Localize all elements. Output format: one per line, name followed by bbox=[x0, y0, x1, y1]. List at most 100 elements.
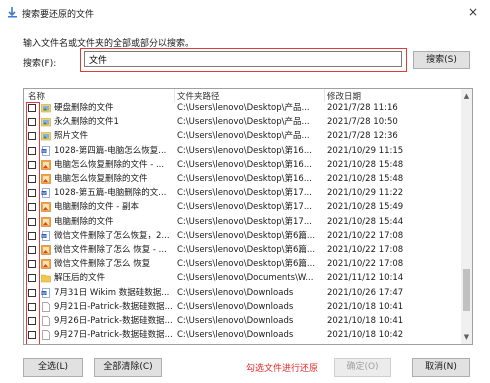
list-row[interactable]: 9月27日-Patrick-数据硅数据... C:\Users\lenovo\Do… bbox=[24, 329, 461, 342]
search-label: 搜索(F): bbox=[23, 59, 57, 69]
restore-hint-text: 勾选文件进行还原 bbox=[246, 364, 319, 374]
file-path: C:\Users\lenovo\Desktop\第6篇... bbox=[177, 230, 316, 241]
file-path: C:\Users\lenovo\Desktop\产品... bbox=[177, 131, 310, 142]
file-name: 解压后的文件 bbox=[54, 273, 106, 284]
list-row[interactable]: W 7月31日 Wikim 数据硅数据... C:\Users\lenovo\Dow… bbox=[24, 287, 461, 300]
column-header-path[interactable]: 文件夹路径 bbox=[177, 90, 220, 102]
svg-text:W: W bbox=[42, 291, 46, 295]
list-row[interactable]: 9月21日-Patrick-数据硅数据... C:\Users\lenovo\Do… bbox=[24, 301, 461, 314]
modified-date: 2021/10/29 11:22 bbox=[327, 188, 404, 199]
file-name: 9月27日-Patrick-数据硅数据... bbox=[54, 330, 172, 341]
image-file-icon bbox=[41, 174, 51, 184]
file-path: C:\Users\lenovo\Downloads bbox=[177, 316, 294, 326]
list-row[interactable]: 解压后的文件 C:\Users\lenovo\Documents\W... 2021… bbox=[24, 272, 461, 285]
modified-date: 2021/7/28 12:36 bbox=[327, 131, 398, 142]
column-divider[interactable] bbox=[174, 89, 175, 102]
modified-date: 2021/7/28 10:50 bbox=[327, 117, 398, 128]
list-row[interactable]: 电脑怎么恢复删除的文件 - ... C:\Users\lenovo\Desktop… bbox=[24, 159, 461, 172]
file-path: C:\Users\lenovo\Documents\W... bbox=[177, 273, 314, 284]
ok-button[interactable]: 确定(O) bbox=[334, 358, 391, 377]
file-name: 1028-第五篇-电脑删除的文... bbox=[54, 188, 167, 199]
column-divider[interactable] bbox=[324, 89, 325, 102]
list-row[interactable]: 硬盘删除的文件 C:\Users\lenovo\Desktop\产品... 2021… bbox=[24, 102, 461, 115]
scroll-down-icon[interactable]: ▼ bbox=[461, 332, 472, 342]
file-name: 电脑怎么恢复删除的文件 - ... bbox=[54, 159, 165, 170]
modified-date: 2021/7/28 11:16 bbox=[327, 103, 398, 113]
file-name: 照片文件 bbox=[54, 131, 89, 142]
word-doc-icon: W bbox=[41, 230, 51, 241]
file-path: C:\Users\lenovo\Desktop\产品... bbox=[177, 117, 310, 128]
scrollbar-thumb[interactable] bbox=[463, 269, 470, 311]
file-path: C:\Users\lenovo\Desktop\第6篇... bbox=[177, 245, 316, 255]
modified-date: 2021/10/22 17:08 bbox=[327, 230, 404, 241]
list-row[interactable]: W 1028-第四篇-电脑怎么恢复... C:\Users\lenovo\Deskt… bbox=[24, 145, 461, 158]
image-file-icon bbox=[41, 245, 51, 255]
file-name: 9月26日-Patrick-数据硅数据... bbox=[54, 316, 172, 326]
file-name: 1028-第四篇-电脑怎么恢复... bbox=[54, 145, 167, 156]
file-name: 永久删除的文件1 bbox=[54, 117, 119, 128]
list-row[interactable]: 微信文件删除了怎么 恢复 - ... C:\Users\lenovo\Deskto… bbox=[24, 244, 461, 257]
folder-image-icon bbox=[41, 117, 51, 127]
folder-icon bbox=[41, 273, 51, 283]
results-list: 名称 文件夹路径 修改日期 硬盘删除的文件 C:\Users\lenovo\Des… bbox=[23, 88, 473, 345]
list-row[interactable]: W 1028-第五篇-电脑删除的文... C:\Users\lenovo\Deskt… bbox=[24, 187, 461, 200]
image-file-icon bbox=[41, 159, 51, 170]
file-path: C:\Users\lenovo\Desktop\第17... bbox=[177, 188, 312, 199]
cancel-button[interactable]: 取消(N) bbox=[412, 358, 470, 377]
modified-date: 2021/10/29 11:15 bbox=[327, 145, 404, 156]
modified-date: 2021/10/28 15:44 bbox=[327, 216, 404, 227]
file-path: C:\Users\lenovo\Downloads bbox=[177, 287, 294, 298]
file-name: 7月31日 Wikim 数据硅数据... bbox=[54, 287, 170, 298]
recycle-restore-icon bbox=[8, 7, 17, 18]
list-row[interactable]: W 微信文件删除了怎么恢复，2... C:\Users\lenovo\Desktop… bbox=[24, 230, 461, 243]
folder-image-icon bbox=[41, 103, 51, 113]
vertical-scrollbar[interactable]: ▲ ▼ bbox=[461, 89, 472, 344]
blank-file-icon bbox=[41, 316, 51, 326]
file-name: 微信文件删除了怎么恢复，2... bbox=[54, 230, 170, 241]
clear-all-button[interactable]: 全部清除(C) bbox=[94, 358, 162, 377]
search-button[interactable]: 搜索(S) bbox=[413, 51, 470, 69]
window-title: 搜索要还原的文件 bbox=[22, 10, 95, 20]
list-row[interactable]: 永久删除的文件1 C:\Users\lenovo\Desktop\产品... 202… bbox=[24, 116, 461, 129]
file-path: C:\Users\lenovo\Downloads bbox=[177, 301, 294, 312]
search-input[interactable] bbox=[84, 51, 402, 67]
file-path: C:\Users\lenovo\Downloads bbox=[177, 330, 294, 341]
file-name: 电脑删除的文件 - 副本 bbox=[54, 202, 139, 213]
search-restore-dialog: 搜索要还原的文件 × 输入文件名或文件夹的全部或部分以搜索。 搜索(F): 搜索… bbox=[0, 0, 490, 383]
file-name: 微信文件删除了怎么 恢复 - ... bbox=[54, 245, 167, 255]
file-path: C:\Users\lenovo\Desktop\第16... bbox=[177, 145, 312, 156]
word-doc-icon: W bbox=[41, 145, 51, 156]
file-path: C:\Users\lenovo\Desktop\第17... bbox=[177, 216, 312, 227]
image-file-icon bbox=[41, 202, 51, 213]
file-name: 电脑删除的文件 bbox=[54, 216, 114, 227]
blank-file-icon bbox=[41, 301, 51, 312]
modified-date: 2021/10/28 15:48 bbox=[327, 159, 404, 170]
list-header: 名称 文件夹路径 修改日期 bbox=[24, 89, 461, 102]
svg-text:W: W bbox=[42, 149, 46, 153]
list-row[interactable]: 电脑删除的文件 - 副本 C:\Users\lenovo\Desktop\第17.… bbox=[24, 201, 461, 214]
folder-image-icon bbox=[41, 131, 51, 141]
modified-date: 2021/10/18 10:42 bbox=[327, 330, 404, 341]
list-row[interactable]: 电脑删除的文件 C:\Users\lenovo\Desktop\第17... 202… bbox=[24, 216, 461, 229]
column-header-date[interactable]: 修改日期 bbox=[327, 90, 361, 102]
image-file-icon bbox=[41, 216, 51, 227]
modified-date: 2021/10/18 10:41 bbox=[327, 301, 404, 312]
modified-date: 2021/10/18 10:41 bbox=[327, 316, 404, 326]
modified-date: 2021/10/28 15:49 bbox=[327, 202, 404, 213]
file-path: C:\Users\lenovo\Desktop\第17... bbox=[177, 202, 312, 213]
list-row[interactable]: 电脑怎么恢复删除的文件 C:\Users\lenovo\Desktop\第16..… bbox=[24, 173, 461, 186]
modified-date: 2021/10/28 15:48 bbox=[327, 174, 404, 184]
scroll-up-icon[interactable]: ▲ bbox=[461, 91, 472, 101]
column-header-name[interactable]: 名称 bbox=[28, 90, 45, 102]
file-path: C:\Users\lenovo\Desktop\第16... bbox=[177, 174, 312, 184]
list-row[interactable]: 照片文件 C:\Users\lenovo\Desktop\产品... 2021/7/… bbox=[24, 130, 461, 143]
file-name: 9月21日-Patrick-数据硅数据... bbox=[54, 301, 172, 312]
file-name: 电脑怎么恢复删除的文件 bbox=[54, 174, 148, 184]
file-path: C:\Users\lenovo\Desktop\第16... bbox=[177, 159, 312, 170]
select-all-button[interactable]: 全选(L) bbox=[23, 358, 83, 377]
modified-date: 2021/10/22 17:08 bbox=[327, 259, 404, 270]
close-button[interactable]: × bbox=[463, 3, 483, 21]
list-row[interactable]: 微信文件删除了怎么 恢复 C:\Users\lenovo\Desktop\第6篇.… bbox=[24, 258, 461, 271]
file-path: C:\Users\lenovo\Desktop\产品... bbox=[177, 103, 310, 113]
list-row[interactable]: 9月26日-Patrick-数据硅数据... C:\Users\lenovo\Do… bbox=[24, 315, 461, 328]
